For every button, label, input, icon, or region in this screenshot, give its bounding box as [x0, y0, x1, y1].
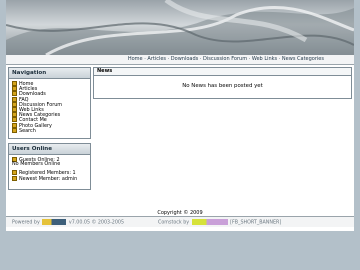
- navigation-list: Home Articles Downloads FAQ Discussion F…: [9, 79, 90, 135]
- page: Home · Articles · Downloads · Discussion…: [6, 0, 354, 231]
- top-nav-bar: Home · Articles · Downloads · Discussion…: [6, 55, 354, 65]
- comstock-credit: Comstock by [FB_SHORT_BANNER]: [158, 219, 282, 226]
- news-empty-message: No News has been posted yet: [182, 83, 263, 89]
- bullet-icon: [12, 175, 17, 181]
- newest-member[interactable]: Newest Member: admin: [12, 175, 87, 181]
- bullet-icon: [12, 127, 17, 133]
- navigation-panel: Navigation Home Articles Downloads FAQ D…: [8, 67, 91, 139]
- navigation-title: Navigation: [9, 68, 90, 79]
- php-fusion-logo-icon[interactable]: [42, 219, 67, 225]
- banner-logo-icon[interactable]: [191, 219, 228, 225]
- users-online-title: Users Online: [9, 144, 90, 155]
- banner-swoosh-graphic: [6, 0, 354, 55]
- news-panel: News No News has been posted yet: [93, 67, 352, 99]
- news-title: News: [94, 68, 351, 76]
- site-banner: [6, 0, 354, 55]
- users-online-body: Guests Online: 2 No Members Online Regis…: [9, 155, 90, 183]
- top-nav-links[interactable]: Home · Articles · Downloads · Discussion…: [128, 56, 324, 62]
- users-online-panel: Users Online Guests Online: 2 No Members…: [8, 143, 91, 190]
- footer-bar: Powered by v7.00.05 © 2003-2005 Comstock…: [6, 216, 354, 227]
- powered-by: Powered by v7.00.05 © 2003-2005: [12, 219, 125, 226]
